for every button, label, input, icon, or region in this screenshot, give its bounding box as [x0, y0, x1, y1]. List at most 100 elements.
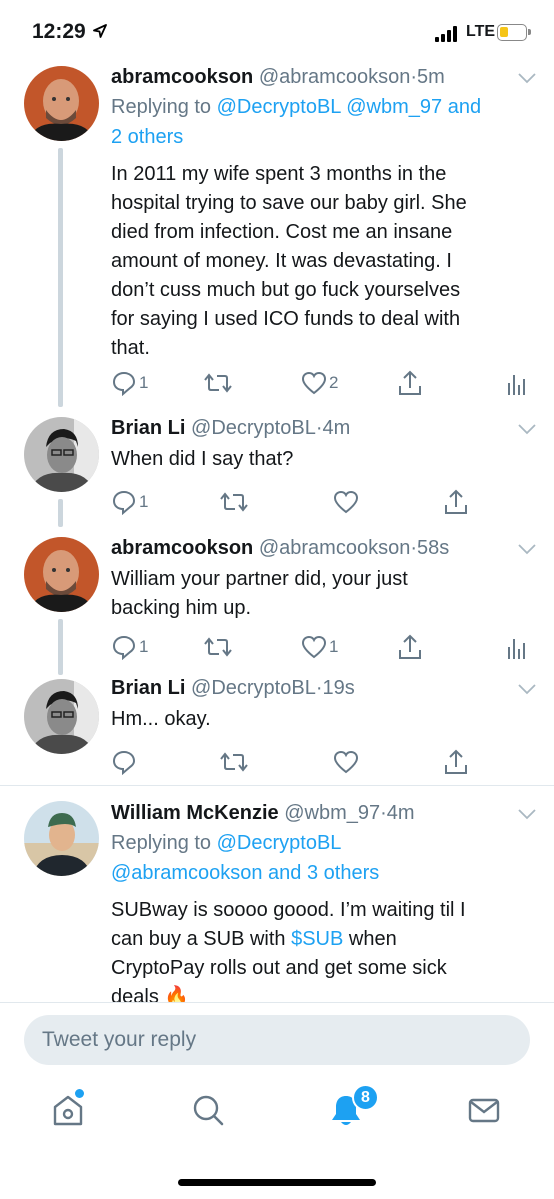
share-button[interactable]: [397, 368, 423, 398]
username[interactable]: @DecryptoBL: [191, 677, 316, 699]
notifications-badge: 8: [352, 1084, 379, 1111]
chevron-down-icon[interactable]: [518, 543, 536, 555]
cashtag-link[interactable]: $SUB: [291, 928, 343, 950]
share-button[interactable]: [397, 632, 423, 662]
tweet-header: abramcookson @abramcookson·5m: [111, 64, 536, 90]
mention-link[interactable]: @wbm_97: [346, 96, 442, 118]
tab-home[interactable]: [50, 1092, 90, 1132]
username[interactable]: @abramcookson: [259, 66, 410, 88]
display-name[interactable]: Brian Li: [111, 417, 185, 439]
tweet-actions: 1 2: [111, 368, 536, 398]
like-count: 1: [329, 637, 339, 656]
retweet-button[interactable]: [219, 747, 249, 777]
like-button[interactable]: 2: [301, 368, 338, 398]
tweet-text: SUBway is soooo goood. I’m waiting til I…: [111, 896, 536, 1002]
heart-icon: [301, 371, 327, 395]
avatar[interactable]: [24, 537, 99, 612]
retweet-button[interactable]: [203, 632, 233, 662]
battery-icon: [497, 24, 531, 41]
tweet[interactable]: Brian Li @DecryptoBL·19s Hm... okay.: [0, 675, 554, 785]
fire-emoji: 🔥: [164, 986, 190, 1002]
share-button[interactable]: [443, 747, 469, 777]
analytics-button[interactable]: [507, 368, 525, 398]
retweet-button[interactable]: [219, 487, 249, 517]
mention-link[interactable]: @DecryptoBL: [217, 832, 342, 854]
display-name[interactable]: William McKenzie: [111, 802, 279, 824]
thread-line: [58, 619, 63, 675]
conversation-feed[interactable]: abramcookson @abramcookson·5m Replying t…: [0, 64, 554, 1002]
timestamp: 5m: [416, 66, 445, 88]
tab-search[interactable]: [190, 1092, 230, 1132]
thread-line: [58, 148, 63, 407]
reply-icon: [112, 635, 136, 660]
tweet[interactable]: Brian Li @DecryptoBL·4m When did I say t…: [0, 407, 554, 527]
reply-icon: [112, 750, 136, 775]
others-link[interactable]: and 3 others: [268, 862, 379, 884]
timestamp: 4m: [322, 417, 351, 439]
display-name[interactable]: abramcookson: [111, 537, 253, 559]
messages-icon: [468, 1098, 500, 1123]
heart-icon: [301, 635, 327, 659]
network-type: LTE: [466, 23, 496, 40]
tweet-header: abramcookson @abramcookson·58s: [111, 535, 536, 561]
status-time: 12:29: [32, 20, 86, 43]
tweet-text: In 2011 my wife spent 3 months in the ho…: [111, 163, 467, 359]
reply-button[interactable]: 1: [111, 632, 148, 662]
tweet[interactable]: abramcookson @abramcookson·5m Replying t…: [0, 64, 554, 407]
tweet-text: William your partner did, your just back…: [111, 568, 408, 619]
tweet-actions: 1 1: [111, 632, 536, 662]
chevron-down-icon[interactable]: [518, 423, 536, 435]
username[interactable]: @abramcookson: [259, 537, 410, 559]
separator: ·: [410, 537, 417, 559]
home-indicator[interactable]: [178, 1179, 376, 1186]
like-count: 2: [329, 373, 339, 392]
reply-icon: [112, 490, 136, 515]
reply-count: 1: [139, 373, 149, 392]
tweet[interactable]: William McKenzie @wbm_97·4m Replying to …: [0, 786, 554, 1002]
reply-button[interactable]: [111, 747, 137, 777]
retweet-icon: [220, 752, 248, 772]
separator: ·: [380, 802, 387, 824]
avatar[interactable]: [24, 679, 99, 754]
analytics-button[interactable]: [507, 632, 525, 662]
share-button[interactable]: [443, 487, 469, 517]
heart-icon: [333, 490, 359, 514]
like-button[interactable]: 1: [301, 632, 338, 662]
username[interactable]: @DecryptoBL: [191, 417, 316, 439]
display-name[interactable]: abramcookson: [111, 66, 253, 88]
chevron-down-icon[interactable]: [518, 683, 536, 695]
mention-link[interactable]: @DecryptoBL: [217, 96, 341, 118]
status-bar: 12:29 LTE: [0, 0, 554, 64]
display-name[interactable]: Brian Li: [111, 677, 185, 699]
share-icon: [445, 489, 467, 514]
username[interactable]: @wbm_97: [284, 802, 380, 824]
tweet-header: Brian Li @DecryptoBL·19s: [111, 675, 536, 701]
avatar[interactable]: [24, 417, 99, 492]
replying-to: Replying to @DecryptoBL @wbm_97 and 2 ot…: [111, 96, 482, 148]
reply-count: 1: [139, 492, 149, 511]
avatar[interactable]: [24, 66, 99, 141]
reply-count: 1: [139, 637, 149, 656]
home-new-dot: [75, 1089, 84, 1098]
analytics-icon: [508, 375, 525, 395]
reply-button[interactable]: 1: [111, 487, 148, 517]
thread-line: [58, 499, 63, 527]
like-button[interactable]: [333, 747, 359, 777]
reply-input[interactable]: [24, 1015, 530, 1065]
tweet-actions: 1: [111, 487, 536, 517]
tab-messages[interactable]: [466, 1092, 506, 1132]
chevron-down-icon[interactable]: [518, 72, 536, 84]
tweet-text: When did I say that?: [111, 448, 294, 470]
replying-to: Replying to @DecryptoBL @abramcookson an…: [111, 832, 380, 884]
mention-link[interactable]: @abramcookson: [111, 862, 262, 884]
reply-button[interactable]: 1: [111, 368, 148, 398]
chevron-down-icon[interactable]: [518, 808, 536, 820]
tweet-actions: [111, 747, 536, 777]
tweet-header: Brian Li @DecryptoBL·4m: [111, 415, 536, 441]
retweet-button[interactable]: [203, 368, 233, 398]
search-icon: [193, 1095, 224, 1126]
cellular-signal-icon: [435, 26, 461, 42]
others-link[interactable]: 2 others: [111, 126, 183, 148]
like-button[interactable]: [333, 487, 359, 517]
avatar[interactable]: [24, 801, 99, 876]
